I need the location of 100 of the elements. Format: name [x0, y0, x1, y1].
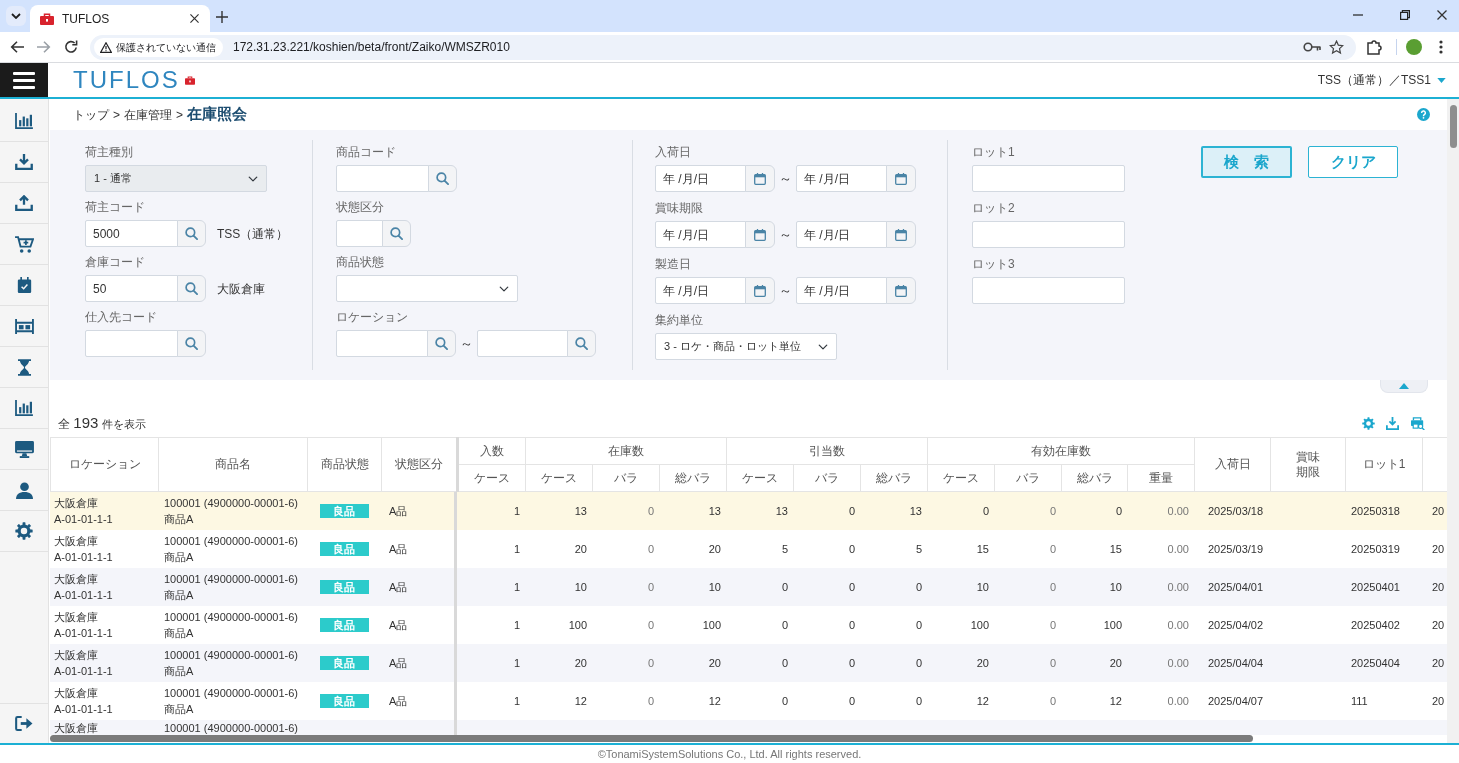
code-field[interactable]	[336, 165, 429, 192]
horizontal-scrollbar[interactable]	[50, 735, 1253, 742]
back-arrow-icon	[9, 41, 24, 53]
lookup-button[interactable]	[382, 220, 411, 247]
condition-tag: 良品	[319, 542, 369, 556]
key-icon[interactable]	[1303, 42, 1321, 52]
select-field[interactable]	[336, 275, 518, 302]
field-label: ロット3	[972, 257, 1016, 271]
date-field[interactable]: 年 /月/日	[655, 277, 746, 304]
code-field[interactable]	[336, 220, 383, 247]
calendar-icon	[895, 228, 907, 241]
column-header: ロット1	[1362, 457, 1406, 471]
calendar-button[interactable]	[886, 277, 916, 304]
warehouse-name: 大阪倉庫	[54, 721, 98, 735]
lot-number: 111	[1351, 694, 1368, 709]
search-icon	[185, 227, 198, 240]
address-bar[interactable]: 保護されていない通信 172.31.23.221/koshien/beta/front/Zaiko/WMSZR010	[90, 34, 1356, 60]
lookup-button[interactable]	[567, 330, 596, 357]
breadcrumb-link[interactable]: 在庫管理	[124, 105, 172, 124]
lookup-button[interactable]	[427, 330, 456, 357]
lot-number: 20250318	[1351, 504, 1400, 519]
calendar-button[interactable]	[886, 165, 916, 192]
field-label: 商品コード	[336, 145, 397, 159]
column-header: ケース	[742, 470, 778, 485]
star-icon[interactable]	[1329, 39, 1344, 55]
search-icon	[185, 282, 198, 295]
bar-chart-icon	[15, 113, 33, 129]
print-preview-icon[interactable]	[1410, 417, 1425, 430]
grade-text: A品	[389, 656, 408, 671]
download-icon[interactable]	[1386, 417, 1399, 430]
lookup-button[interactable]	[428, 165, 457, 192]
settings-icon[interactable]	[1362, 417, 1375, 430]
column-header: 総バラ	[876, 470, 912, 485]
help-icon[interactable]	[1417, 108, 1430, 121]
code-field[interactable]	[85, 330, 178, 357]
hourglass-icon	[17, 358, 31, 376]
table-row[interactable]: 大阪倉庫 A-01-01-1-1 100001 (4900000-00001-6) 商品A 良品 A品 1 20 0 20 0 0 0 20 0 20 0.00 2025/04/04 20250404 20	[50, 644, 1447, 682]
arrival-date: 2025/03/18	[1208, 504, 1264, 519]
scrollbar-thumb[interactable]	[1449, 105, 1457, 148]
avatar-icon[interactable]	[1406, 39, 1422, 55]
piece-count: 0	[647, 694, 654, 709]
lookup-button[interactable]	[177, 275, 206, 302]
calendar-button[interactable]	[745, 277, 775, 304]
date-field[interactable]: 年 /月/日	[796, 221, 887, 248]
product-code: 100001 (4900000-00001-6)	[164, 648, 298, 663]
case-count: 0	[781, 694, 788, 709]
piece-count: 0	[1049, 504, 1056, 519]
code-field[interactable]	[477, 330, 568, 357]
calendar-button[interactable]	[886, 221, 916, 248]
calendar-button[interactable]	[745, 165, 775, 192]
total-pieces: 100	[702, 618, 721, 633]
case-count: 12	[574, 694, 587, 709]
lookup-button[interactable]	[177, 220, 206, 247]
table-row[interactable]: 大阪倉庫 100001 (4900000-00001-6)	[50, 720, 1447, 735]
calendar-icon	[895, 172, 907, 185]
calendar-button[interactable]	[745, 221, 775, 248]
grade-text: A品	[389, 618, 408, 633]
code-field[interactable]: 5000	[85, 220, 178, 247]
table-row[interactable]: 大阪倉庫 A-01-01-1-1 100001 (4900000-00001-6) 商品A 良品 A品 1 10 0 10 0 0 0 10 0 10 0.00 2025/04/01 20250401 20	[50, 568, 1447, 606]
date-field[interactable]: 年 /月/日	[796, 277, 887, 304]
weight-value: 0.00	[1167, 694, 1189, 709]
code-field[interactable]	[336, 330, 428, 357]
code-field[interactable]: 50	[85, 275, 178, 302]
search-icon	[185, 337, 198, 350]
column-header: 商品状態	[320, 457, 369, 471]
lookup-button[interactable]	[177, 330, 206, 357]
vertical-scrollbar[interactable]	[1447, 99, 1459, 743]
weight-value: 0.00	[1167, 504, 1189, 519]
three-dots-icon	[1439, 40, 1443, 54]
piece-count: 0	[1049, 618, 1056, 633]
forward-arrow-icon	[36, 41, 51, 53]
case-count: 0	[781, 618, 788, 633]
user-menu[interactable]: TSS（通常）／TSS1	[1317, 71, 1446, 89]
grade-text: A品	[389, 542, 408, 557]
browser-tab[interactable]: TUFLOS	[30, 5, 210, 32]
text-field[interactable]	[972, 165, 1125, 192]
text-field[interactable]	[972, 277, 1125, 304]
tab-search-button[interactable]	[6, 6, 26, 26]
settings-icon	[15, 522, 33, 540]
breadcrumb-link[interactable]: トップ	[73, 105, 109, 124]
total-pieces: 5	[915, 542, 922, 557]
column-header: 入数	[480, 443, 504, 458]
condition-tag: 良品	[319, 504, 369, 518]
total-pieces: 10	[1109, 580, 1122, 595]
calendar-icon	[754, 228, 766, 241]
piece-count: 0	[647, 580, 654, 595]
select-field[interactable]: 3 - ロケ・商品・ロット単位	[655, 333, 837, 360]
column-header: 有効在庫数	[1031, 443, 1092, 458]
text-field[interactable]	[972, 221, 1125, 248]
security-chip[interactable]: 保護されていない通信	[94, 37, 223, 57]
piece-count: 0	[848, 542, 855, 557]
date-field[interactable]: 年 /月/日	[655, 165, 746, 192]
menu-button[interactable]	[0, 63, 48, 97]
download-icon	[15, 154, 33, 170]
collapse-toggle[interactable]	[1380, 380, 1428, 393]
date-field[interactable]: 年 /月/日	[655, 221, 746, 248]
field-label: 集約単位	[655, 313, 704, 327]
date-field[interactable]: 年 /月/日	[796, 165, 887, 192]
table-row[interactable]: 大阪倉庫 A-01-01-1-1 100001 (4900000-00001-6) 商品A 良品 A品 1 13 0 13 13 0 13 0 0 0 0.00 2025/03/18 20250318 20	[50, 492, 1447, 530]
column-header: バラ	[815, 470, 839, 485]
